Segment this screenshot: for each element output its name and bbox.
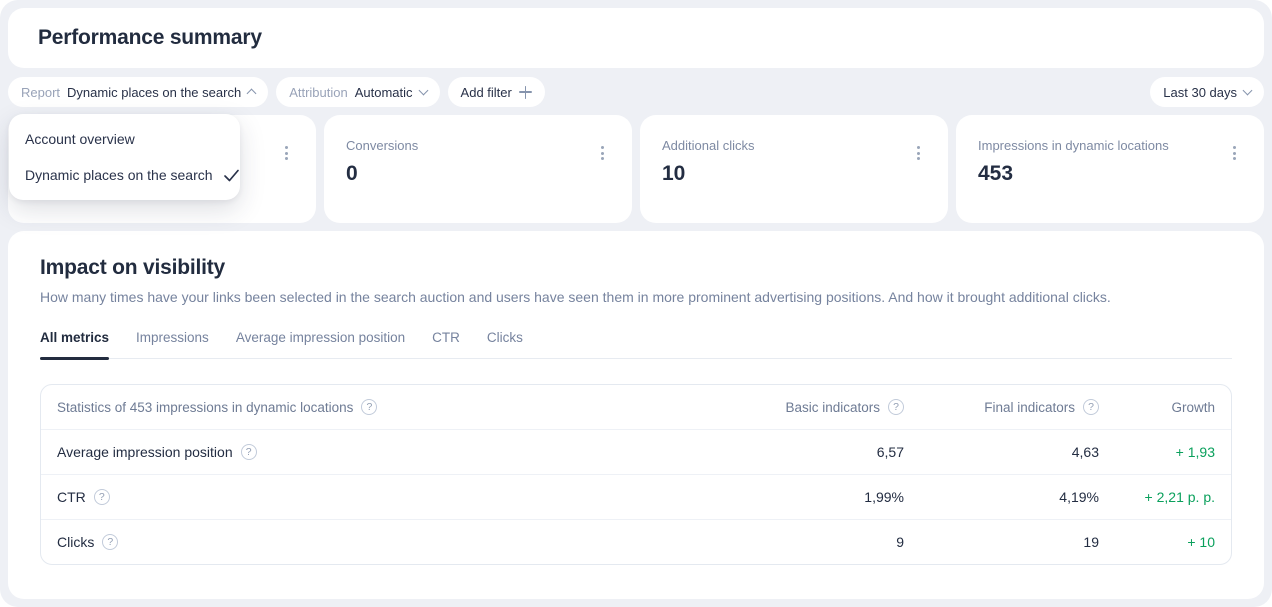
final-value: 19 — [904, 534, 1099, 550]
section-title: Impact on visibility — [40, 256, 1232, 280]
growth-value: + 2,21 p. p. — [1099, 489, 1231, 505]
final-value: 4,63 — [904, 444, 1099, 460]
report-filter-value: Dynamic places on the search — [67, 85, 241, 100]
help-icon[interactable]: ? — [94, 489, 110, 505]
table-row: Average impression position ? 6,57 4,63 … — [41, 429, 1231, 474]
column-header-growth: Growth — [1099, 400, 1231, 415]
report-dropdown-menu: Account overview Dynamic places on the s… — [9, 114, 240, 200]
table-title-cell: Statistics of 453 impressions in dynamic… — [41, 399, 719, 415]
help-icon[interactable]: ? — [102, 534, 118, 550]
attribution-filter-label: Attribution — [289, 85, 348, 100]
table-header-row: Statistics of 453 impressions in dynamic… — [41, 385, 1231, 429]
chevron-down-icon — [418, 86, 428, 96]
table-row: Clicks ? 9 19 + 10 — [41, 519, 1231, 564]
metric-value: 453 — [978, 162, 1240, 186]
metric-label: Conversions — [346, 138, 608, 153]
report-filter-label: Report — [21, 85, 60, 100]
statistics-table: Statistics of 453 impressions in dynamic… — [40, 384, 1232, 565]
row-label-cell: Clicks ? — [41, 534, 719, 550]
chevron-down-icon — [1243, 86, 1253, 96]
plus-icon — [519, 86, 532, 99]
metric-card-impressions: Impressions in dynamic locations 453 — [956, 115, 1264, 223]
dashboard-shell: Performance summary Report Dynamic place… — [0, 0, 1272, 607]
metric-card-conversions: Conversions 0 — [324, 115, 632, 223]
date-range-value: Last 30 days — [1163, 85, 1237, 100]
section-description: How many times have your links been sele… — [40, 289, 1232, 305]
row-label-cell: Average impression position ? — [41, 444, 719, 460]
kebab-menu-icon[interactable] — [1231, 144, 1238, 162]
kebab-menu-icon[interactable] — [915, 144, 922, 162]
tab-all-metrics[interactable]: All metrics — [40, 330, 109, 358]
add-filter-label: Add filter — [461, 85, 512, 100]
help-icon[interactable]: ? — [888, 399, 904, 415]
help-icon[interactable]: ? — [1083, 399, 1099, 415]
tab-average-impression-position[interactable]: Average impression position — [236, 330, 405, 358]
page-header: Performance summary — [8, 8, 1264, 68]
page-title: Performance summary — [38, 26, 262, 50]
basic-value: 9 — [719, 534, 904, 550]
column-header-basic: Basic indicators ? — [719, 399, 904, 415]
metric-value: 10 — [662, 162, 924, 186]
dropdown-item-account-overview[interactable]: Account overview — [9, 121, 240, 157]
growth-value: + 10 — [1099, 534, 1231, 550]
table-row: CTR ? 1,99% 4,19% + 2,21 p. p. — [41, 474, 1231, 519]
metric-label: Impressions in dynamic locations — [978, 138, 1240, 153]
metric-value: 0 — [346, 162, 608, 186]
dropdown-item-label: Dynamic places on the search — [25, 167, 213, 183]
tab-clicks[interactable]: Clicks — [487, 330, 523, 358]
attribution-filter-dropdown[interactable]: Attribution Automatic — [276, 77, 439, 107]
check-icon — [223, 168, 240, 183]
growth-value: + 1,93 — [1099, 444, 1231, 460]
impact-on-visibility-section: Impact on visibility How many times have… — [8, 231, 1264, 599]
final-value: 4,19% — [904, 489, 1099, 505]
table-title: Statistics of 453 impressions in dynamic… — [57, 400, 353, 415]
metric-label: Additional clicks — [662, 138, 924, 153]
tab-ctr[interactable]: CTR — [432, 330, 460, 358]
dropdown-item-label: Account overview — [25, 131, 135, 147]
chevron-up-icon — [247, 89, 257, 99]
dropdown-item-dynamic-places[interactable]: Dynamic places on the search — [9, 157, 240, 193]
report-filter-dropdown[interactable]: Report Dynamic places on the search — [8, 77, 268, 107]
filter-bar: Report Dynamic places on the search Attr… — [8, 77, 1264, 107]
attribution-filter-value: Automatic — [355, 85, 413, 100]
kebab-menu-icon[interactable] — [283, 144, 290, 162]
tab-impressions[interactable]: Impressions — [136, 330, 209, 358]
basic-value: 1,99% — [719, 489, 904, 505]
metrics-tabs: All metrics Impressions Average impressi… — [40, 330, 1232, 359]
metric-card-additional-clicks: Additional clicks 10 — [640, 115, 948, 223]
row-label-cell: CTR ? — [41, 489, 719, 505]
help-icon[interactable]: ? — [241, 444, 257, 460]
column-header-final: Final indicators ? — [904, 399, 1099, 415]
date-range-dropdown[interactable]: Last 30 days — [1150, 77, 1264, 107]
add-filter-button[interactable]: Add filter — [448, 77, 545, 107]
help-icon[interactable]: ? — [361, 399, 377, 415]
kebab-menu-icon[interactable] — [599, 144, 606, 162]
basic-value: 6,57 — [719, 444, 904, 460]
